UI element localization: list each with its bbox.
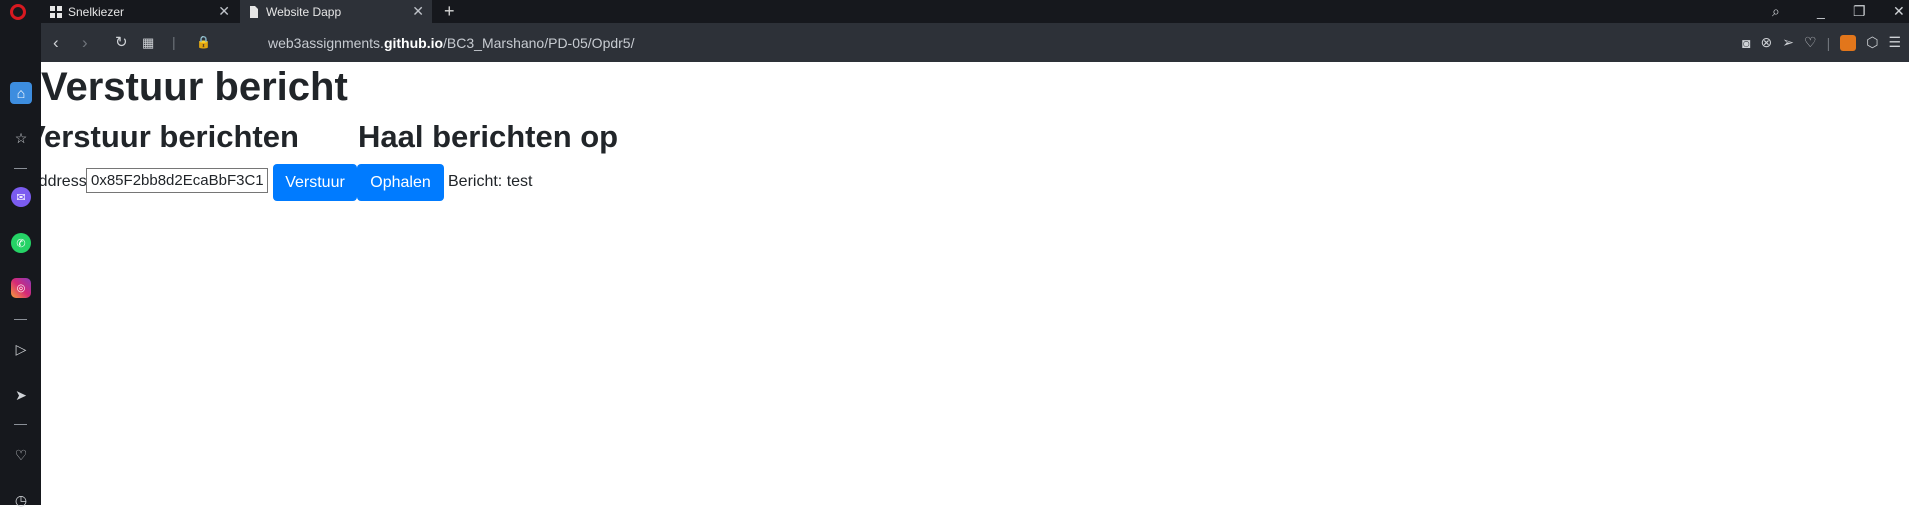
url-domain: github.io <box>383 35 444 51</box>
search-icon[interactable]: ⌕ <box>1772 0 1780 23</box>
camera-icon[interactable]: ◙ <box>1742 35 1750 51</box>
reload-icon[interactable]: ↻ <box>115 23 128 62</box>
url-path: /BC3_Marshano/PD-05/Opdr5/ <box>443 35 635 51</box>
message-label: Bericht: <box>448 173 503 190</box>
heart-icon[interactable]: ♡ <box>10 444 32 466</box>
tabs-grid-icon[interactable]: ▦ <box>142 23 154 62</box>
message-value: test <box>506 173 533 190</box>
star-icon[interactable]: ☆ <box>10 127 32 149</box>
heart-icon[interactable]: ♡ <box>1804 34 1817 51</box>
messenger-icon[interactable]: ✉ <box>11 187 31 207</box>
restore-icon[interactable]: ❐ <box>1853 0 1866 23</box>
cube-icon[interactable]: ⬡ <box>1866 34 1878 51</box>
send-icon[interactable]: ➢ <box>1782 34 1794 51</box>
page-content: Verstuur bericht Verstuur berichten Haal… <box>41 62 1909 505</box>
opera-logo-icon[interactable] <box>10 4 26 20</box>
instagram-icon[interactable]: ◎ <box>11 278 31 298</box>
whatsapp-icon[interactable]: ✆ <box>11 233 31 253</box>
back-icon[interactable]: ‹ <box>53 23 59 62</box>
close-window-icon[interactable]: ✕ <box>1893 0 1905 23</box>
forward-icon[interactable]: › <box>82 23 88 62</box>
send-section-title: Verstuur berichten <box>41 119 299 154</box>
send-icon[interactable]: ➤ <box>10 384 32 406</box>
lock-icon[interactable]: 🔒 <box>196 23 211 62</box>
sidebar-divider <box>14 424 27 425</box>
send-button[interactable]: Verstuur <box>273 164 357 201</box>
player-icon[interactable]: ▷ <box>10 338 32 360</box>
tab-label: Website Dapp <box>266 4 342 19</box>
tab-label: Snelkiezer <box>68 4 125 19</box>
block-icon[interactable]: ⊗ <box>1761 34 1773 51</box>
document-icon <box>248 5 260 18</box>
tab-website-dapp[interactable]: Website Dapp ✕ <box>240 0 432 23</box>
page-title: Verstuur bericht <box>41 65 348 109</box>
grid-icon <box>50 5 62 18</box>
get-section-title: Haal berichten op <box>358 119 619 154</box>
easy-setup-icon[interactable]: ☰ <box>1888 34 1901 51</box>
url-host: web3assignments. <box>268 35 384 51</box>
metamask-icon[interactable] <box>1840 34 1857 51</box>
separator: | <box>1826 34 1831 51</box>
toolbar-icons: ◙ ⊗ ➢ ♡ | ⬡ ☰ <box>1742 23 1909 62</box>
history-icon[interactable]: ◷ <box>10 489 32 511</box>
minimize-icon[interactable]: _ <box>1817 0 1825 23</box>
close-icon[interactable]: ✕ <box>218 3 230 20</box>
get-button[interactable]: Ophalen <box>357 164 444 201</box>
close-icon[interactable]: ✕ <box>412 3 424 20</box>
tab-snelkiezer[interactable]: Snelkiezer ✕ <box>42 0 238 23</box>
url-field[interactable]: web3assignments.github.io/BC3_Marshano/P… <box>268 23 634 63</box>
address-label: Address: <box>41 173 92 190</box>
home-icon[interactable]: ⌂ <box>10 82 32 104</box>
sidebar: ⌂ ☆ ✉ ✆ ◎ ▷ ➤ ♡ ◷ <box>0 23 41 508</box>
new-tab-plus-icon[interactable]: + <box>444 0 455 23</box>
separator: | <box>172 34 176 50</box>
address-bar: ‹ › ↻ ▦ | 🔒 web3assignments.github.io/BC… <box>41 23 1909 62</box>
tab-bar: Snelkiezer ✕ Website Dapp ✕ + ⌕ _ ❐ ✕ <box>0 0 1909 23</box>
sidebar-divider <box>14 319 27 320</box>
sidebar-divider <box>14 168 27 169</box>
message-output: Bericht: test <box>448 173 533 191</box>
address-input[interactable] <box>86 168 268 193</box>
